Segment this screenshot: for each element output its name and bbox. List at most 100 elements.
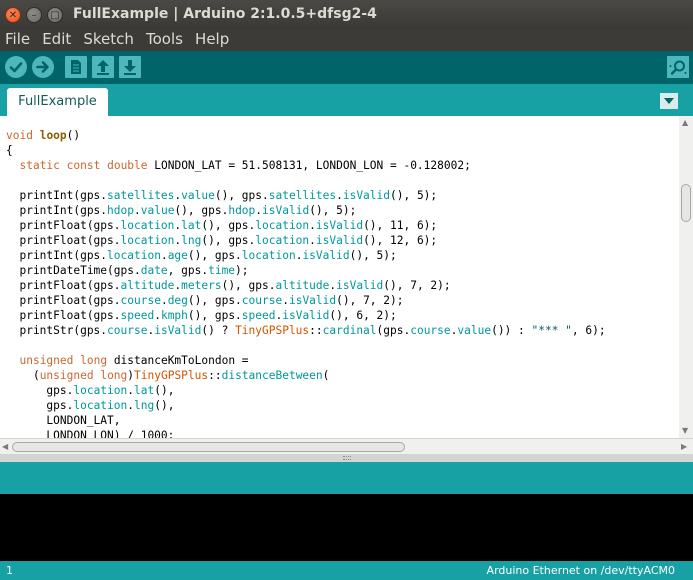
code-token: ::	[309, 324, 323, 337]
code-line: printInt(gps.satellites.value(), gps.sat…	[6, 188, 606, 203]
code-line: gps.location.lat(),	[6, 383, 606, 398]
code-text: void loop(){ static const double LONDON_…	[6, 128, 606, 438]
code-token: .	[282, 294, 289, 307]
maximize-window-button[interactable]: □	[47, 7, 63, 23]
verify-button[interactable]	[5, 56, 27, 78]
divider-grip-icon[interactable]	[343, 456, 351, 460]
code-token: (), gps.	[187, 249, 242, 262]
code-token: altitude	[275, 279, 330, 292]
tab-fullexample[interactable]: FullExample	[7, 88, 108, 116]
code-token: course	[120, 294, 161, 307]
code-token: kmph	[160, 309, 188, 322]
save-sketch-button[interactable]	[119, 56, 141, 78]
code-token: );	[235, 264, 249, 277]
code-line: printFloat(gps.location.lng(), gps.locat…	[6, 233, 606, 248]
code-token: gps.	[6, 384, 74, 397]
code-token: meters	[181, 279, 222, 292]
code-editor[interactable]: void loop(){ static const double LONDON_…	[0, 116, 693, 438]
menu-file[interactable]: File	[3, 29, 32, 49]
close-window-button[interactable]: ✕	[5, 7, 21, 23]
serial-monitor-icon	[669, 60, 687, 75]
code-token: isValid	[315, 234, 364, 247]
code-line: unsigned long distanceKmToLondon =	[6, 353, 606, 368]
board-port-info: Arduino Ethernet on /dev/ttyACM0	[486, 564, 675, 577]
tab-bar: FullExample	[0, 84, 693, 116]
code-token: (),	[154, 399, 175, 412]
code-token: printDateTime(gps.	[6, 264, 141, 277]
horizontal-scrollbar[interactable]: ◀ ▶	[0, 438, 693, 454]
minimize-window-button[interactable]: –	[26, 7, 42, 23]
code-token: date	[140, 264, 168, 277]
code-token: speed	[120, 309, 155, 322]
vertical-scroll-thumb[interactable]	[681, 184, 691, 222]
save-icon	[124, 60, 136, 75]
code-token: (),	[154, 384, 175, 397]
tab-menu-button[interactable]	[660, 93, 678, 109]
scroll-up-icon[interactable]: ▲	[682, 119, 690, 127]
code-token: isValid	[282, 309, 330, 322]
new-sketch-button[interactable]	[65, 56, 87, 78]
menu-tools[interactable]: Tools	[144, 29, 185, 49]
code-token: (), gps.	[187, 309, 242, 322]
code-token: altitude	[120, 279, 175, 292]
code-token: hdop	[107, 204, 134, 217]
code-token: distanceKmToLondon =	[107, 354, 249, 367]
menu-edit[interactable]: Edit	[40, 29, 73, 49]
scroll-left-icon[interactable]: ◀	[2, 443, 10, 451]
code-token: value	[181, 189, 215, 202]
code-line: gps.location.lng(),	[6, 398, 606, 413]
code-token: (), 12, 6);	[363, 234, 438, 247]
code-token: {	[6, 144, 13, 157]
code-line: printFloat(gps.location.lat(), gps.locat…	[6, 218, 606, 233]
message-area	[0, 462, 693, 494]
code-line: printFloat(gps.course.deg(), gps.course.…	[6, 293, 606, 308]
code-line: (unsigned long)TinyGPSPlus::distanceBetw…	[6, 368, 606, 383]
code-token: (), gps.	[201, 234, 256, 247]
code-token: location	[73, 399, 128, 412]
code-token: (	[322, 369, 330, 382]
pane-divider[interactable]	[0, 454, 693, 462]
code-token: printFloat(gps.	[6, 309, 121, 322]
code-token: , gps.	[167, 264, 209, 277]
code-token: age	[167, 249, 188, 262]
code-token: location	[255, 234, 310, 247]
scroll-right-icon[interactable]: ▶	[681, 443, 689, 451]
code-token: location	[241, 249, 296, 262]
code-token: printInt(gps.	[6, 204, 108, 217]
code-line: printInt(gps.location.age(), gps.locatio…	[6, 248, 606, 263]
code-token: value	[140, 204, 175, 217]
menu-sketch[interactable]: Sketch	[81, 29, 136, 49]
code-token: location	[107, 249, 161, 262]
code-token: location	[255, 219, 310, 232]
code-token: (), 5);	[390, 189, 438, 202]
code-token: lng	[134, 399, 155, 412]
open-sketch-button[interactable]	[92, 56, 114, 78]
upload-button[interactable]	[32, 56, 54, 78]
code-token: ()) :	[491, 324, 532, 337]
code-token: , 6);	[571, 324, 606, 337]
serial-monitor-button[interactable]	[667, 56, 689, 78]
code-token: (), 7, 2);	[383, 279, 451, 292]
menu-help[interactable]: Help	[193, 29, 231, 49]
code-token: course	[107, 324, 148, 337]
code-token: long	[80, 354, 108, 367]
code-token: lat	[134, 384, 155, 397]
code-token: .	[309, 234, 316, 247]
vertical-scrollbar[interactable]: ▲ ▼	[679, 116, 693, 438]
code-token: (), 5);	[349, 249, 397, 262]
scroll-down-icon[interactable]: ▼	[682, 427, 690, 435]
code-token: .	[134, 204, 141, 217]
code-token: LONDON_LON) / 1000;	[6, 429, 175, 438]
code-token: isValid	[154, 324, 202, 337]
code-token: value	[457, 324, 492, 337]
code-token: TinyGPSPlus	[235, 324, 310, 337]
code-token: loop	[39, 129, 67, 142]
horizontal-scroll-thumb[interactable]	[12, 442, 405, 452]
code-token: course	[241, 294, 283, 307]
code-token: isValid	[336, 279, 384, 292]
code-token: long	[100, 369, 128, 382]
code-token: printFloat(gps.	[6, 219, 121, 232]
